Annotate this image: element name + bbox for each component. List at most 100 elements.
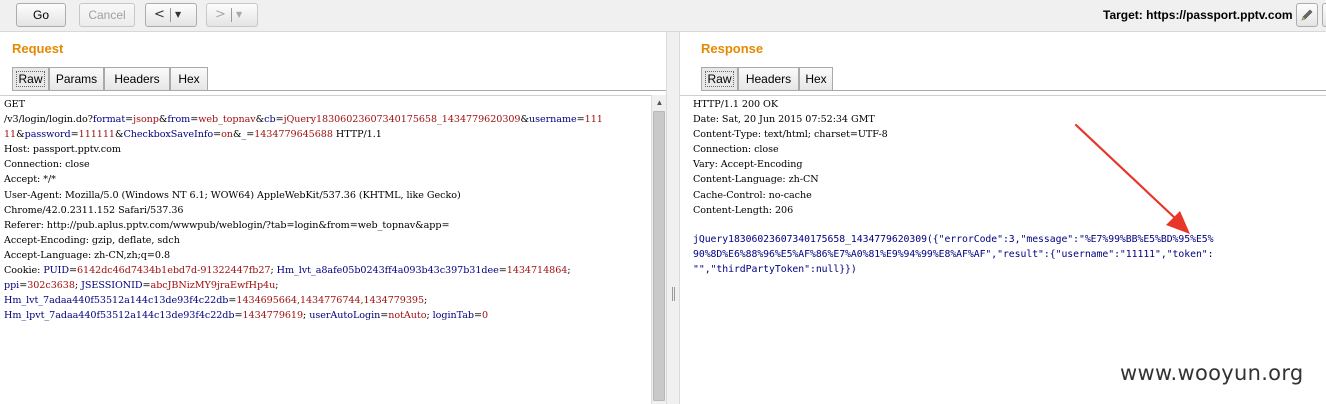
request-line: Accept: */* <box>4 172 603 187</box>
response-header-line: Content-Type: text/html; charset=UTF-8 <box>693 129 888 141</box>
back-button[interactable]: < ▼ <box>145 3 197 27</box>
request-text-segment: & <box>16 129 25 141</box>
request-text-segment: HTTP/1.1 <box>332 129 382 141</box>
request-text-segment: = <box>142 280 151 292</box>
response-header-line: Content-Language: zh-CN <box>693 174 819 186</box>
request-text-segment: Cookie: <box>4 265 44 277</box>
request-text-segment: /v3/login/login.do? <box>4 114 93 126</box>
param-name: CheckboxSaveInfo <box>123 129 214 141</box>
param-name: Hm_lvt_a8afe05b0243ff4a093b43c397b31dee <box>276 265 499 277</box>
request-line: /v3/login/login.do?format=jsonp&from=web… <box>4 112 603 127</box>
param-value: web_topnav <box>198 114 256 126</box>
scroll-up-icon[interactable]: ▲ <box>652 95 667 110</box>
grip-icon <box>672 287 675 301</box>
separator <box>170 8 171 22</box>
response-header-line: Content-Length: 206 <box>693 204 794 216</box>
param-name: Hm_lvt_7adaa440f53512a144c13de93f4c22db <box>4 295 229 307</box>
request-text-segment: Accept: */* <box>4 174 56 186</box>
tab-underline <box>701 90 1326 91</box>
request-text-segment: = <box>498 265 507 277</box>
param-name: userAutoLogin <box>309 310 381 322</box>
param-value: notAuto <box>388 310 427 322</box>
response-header-line: Date: Sat, 20 Jun 2015 07:52:34 GMT <box>693 114 875 126</box>
watermark: www.wooyun.org <box>1120 361 1304 385</box>
param-value: 111111 <box>78 129 115 141</box>
tab-hex[interactable]: Hex <box>170 67 208 90</box>
target-label: Target: https://passport.pptv.com <box>1103 8 1293 22</box>
request-text-segment: Accept-Language: zh-CN,zh;q=0.8 <box>4 249 170 261</box>
request-text[interactable]: GET/v3/login/login.do?format = jsonp & from =… <box>4 97 603 323</box>
param-value: 0 <box>481 310 489 322</box>
response-headers-text[interactable]: HTTP/1.1 200 OK Date: Sat, 20 Jun 2015 07… <box>693 97 888 218</box>
back-arrow-icon: < <box>154 7 165 22</box>
request-scrollbar[interactable]: ▲ <box>651 95 666 404</box>
tab-headers[interactable]: Headers <box>738 67 799 90</box>
param-name: ppi <box>4 280 20 292</box>
panel-divider[interactable] <box>666 32 680 404</box>
request-text-segment: ; <box>424 295 428 307</box>
forward-button[interactable]: > ▼ <box>206 3 258 27</box>
param-name: JSESSIONID <box>81 280 143 292</box>
help-button[interactable] <box>1322 3 1326 27</box>
param-value: on <box>221 129 233 141</box>
request-text-segment: = <box>19 280 28 292</box>
param-value: jQuery18306023607340175658_1434779620309 <box>283 114 521 126</box>
cancel-button[interactable]: Cancel <box>79 3 135 27</box>
request-text-segment: User-Agent: Mozilla/5.0 (Windows NT 6.1;… <box>4 189 461 201</box>
go-button[interactable]: Go <box>16 3 66 27</box>
param-value: 1434714864 <box>506 265 568 277</box>
param-value: 111 <box>584 114 603 126</box>
param-value: jsonp <box>133 114 159 126</box>
param-value: 1434779619 <box>242 310 304 322</box>
toolbar: Go Cancel < ▼ > ▼ Target: https://passpo… <box>0 0 1326 32</box>
request-text-segment: = <box>576 114 585 126</box>
tab-params[interactable]: Params <box>49 67 104 90</box>
request-line: User-Agent: Mozilla/5.0 (Windows NT 6.1;… <box>4 188 603 203</box>
response-editor[interactable]: HTTP/1.1 200 OK Date: Sat, 20 Jun 2015 07… <box>680 95 1326 404</box>
request-text-segment: = <box>234 310 243 322</box>
response-title: Response <box>701 41 764 56</box>
request-title: Request <box>12 41 64 56</box>
param-value: abcJBNizMY9jraEwfHp4u <box>150 280 276 292</box>
dropdown-icon: ▼ <box>236 10 243 19</box>
param-name: password <box>24 129 71 141</box>
request-text-segment: Accept-Encoding: gzip, deflate, sdch <box>4 234 180 246</box>
param-value: 1434779645688 <box>254 129 333 141</box>
response-header-line: HTTP/1.1 200 OK <box>693 99 778 110</box>
request-editor[interactable]: GET/v3/login/login.do?format = jsonp & from =… <box>0 95 651 404</box>
request-text-segment: = <box>473 310 482 322</box>
param-name: from <box>167 114 191 126</box>
request-text-segment: Host: passport.pptv.com <box>4 144 121 156</box>
tab-underline <box>12 90 666 91</box>
request-text-segment: ; <box>275 280 279 292</box>
separator <box>231 8 232 22</box>
tab-raw[interactable]: Raw <box>701 67 738 91</box>
param-name: PUID <box>43 265 69 277</box>
request-line: GET <box>4 97 603 112</box>
request-line: Cookie: PUID = 6142dc46d7434b1ebd7d-913224… <box>4 263 603 278</box>
response-header-line: Vary: Accept-Encoding <box>693 159 803 171</box>
request-text-segment: = <box>213 129 222 141</box>
tab-hex[interactable]: Hex <box>799 67 833 90</box>
edit-target-button[interactable] <box>1296 3 1318 27</box>
request-text-segment: ; <box>567 265 571 277</box>
param-value: 6142dc46d7434b1ebd7d-91322447fb27 <box>77 265 271 277</box>
param-value: 302c3638 <box>27 280 75 292</box>
param-name: format <box>92 114 126 126</box>
request-line: ppi=302c3638; JSESSIONID=abcJBNizMY9jraE… <box>4 278 603 293</box>
request-text-segment: = <box>70 129 79 141</box>
request-line: Hm_lvt_7adaa440f53512a144c13de93f4c22db=… <box>4 293 603 308</box>
param-name: username <box>529 114 577 126</box>
param-value: 11 <box>4 129 17 141</box>
param-value: 1434695664,1434776744,1434779395 <box>236 295 425 307</box>
request-text-segment: Chrome/42.0.2311.152 Safari/537.36 <box>4 204 184 216</box>
param-name: loginTab <box>432 310 474 322</box>
request-text-segment: & <box>520 114 530 126</box>
forward-arrow-icon: > <box>215 7 226 22</box>
request-line: Host: passport.pptv.com <box>4 142 603 157</box>
tab-headers[interactable]: Headers <box>104 67 170 90</box>
request-line: Accept-Language: zh-CN,zh;q=0.8 <box>4 248 603 263</box>
scrollbar-thumb[interactable] <box>653 111 665 401</box>
tab-raw[interactable]: Raw <box>12 67 49 91</box>
request-text-segment: GET <box>4 99 25 110</box>
